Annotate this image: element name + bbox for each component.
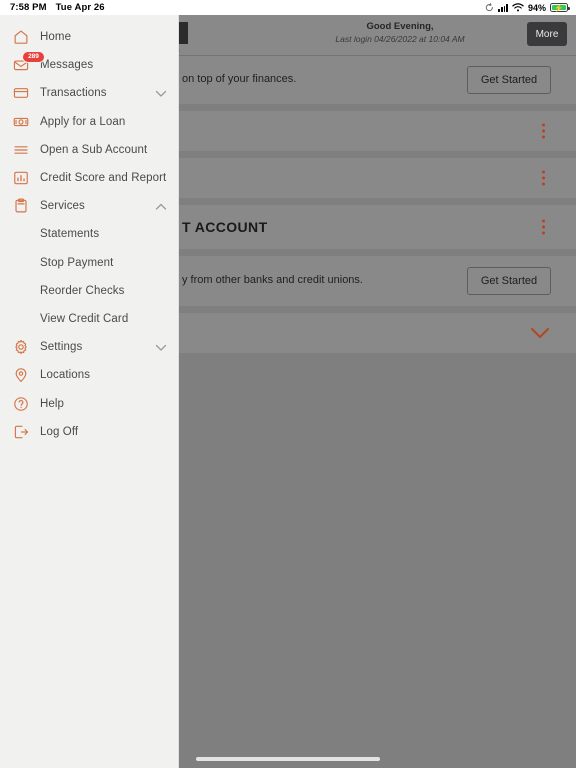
drawer-item-label: Credit Score and Report (40, 172, 167, 185)
drawer-item-log-off[interactable]: Log Off (0, 418, 179, 446)
drawer-item-help[interactable]: Help (0, 389, 179, 417)
cellular-signal-icon (498, 4, 508, 12)
wifi-icon (512, 3, 524, 12)
battery-charging-icon: ⚡ (550, 3, 570, 12)
drawer-item-label: Reorder Checks (40, 284, 125, 297)
drawer-item-transactions[interactable]: Transactions (0, 79, 179, 107)
chevron-down-icon[interactable] (155, 89, 167, 98)
banknote-icon (10, 111, 32, 133)
drawer-item-credit-score-and-report[interactable]: Credit Score and Report (0, 164, 179, 192)
home-indicator[interactable] (196, 757, 380, 761)
drawer-item-label: View Credit Card (40, 312, 129, 325)
drawer-item-label: Stop Payment (40, 256, 114, 269)
drawer-item-stop-payment[interactable]: Stop Payment (0, 249, 179, 277)
drawer-menu-list: Home 289 Messages Transactions Apply for a L… (0, 23, 179, 446)
chevron-down-icon[interactable] (530, 327, 550, 339)
drawer-item-label: Transactions (40, 87, 107, 100)
more-button[interactable]: More (527, 22, 567, 46)
status-time: 7:58 PM (10, 2, 47, 13)
drawer-item-label: Services (40, 200, 85, 213)
drawer-item-view-credit-card[interactable]: View Credit Card (0, 305, 179, 333)
last-login-text: Last login 04/26/2022 at 10:04 AM (335, 34, 465, 44)
drawer-item-label: Settings (40, 341, 83, 354)
gear-icon (10, 336, 32, 358)
map-pin-icon (10, 364, 32, 386)
drawer-item-messages[interactable]: 289 Messages (0, 51, 179, 79)
drawer-item-label: Locations (40, 369, 91, 382)
status-bar-right: 94% ⚡ (485, 0, 570, 15)
rotation-lock-icon (485, 3, 494, 12)
bar-chart-icon (10, 167, 32, 189)
messages-badge: 289 (22, 51, 45, 64)
drawer-item-label: Messages (40, 59, 94, 72)
get-started-button-top[interactable]: Get Started (467, 66, 551, 94)
drawer-item-label: Home (40, 31, 72, 44)
drawer-item-label: Open a Sub Account (40, 143, 148, 156)
kebab-menu-icon[interactable] (542, 123, 545, 139)
drawer-item-apply-for-a-loan[interactable]: Apply for a Loan (0, 108, 179, 136)
kebab-menu-icon[interactable] (542, 170, 545, 186)
account-title: T ACCOUNT (182, 219, 268, 235)
drawer-item-reorder-checks[interactable]: Reorder Checks (0, 277, 179, 305)
drawer-item-label: Statements (40, 228, 100, 241)
credit-card-icon (10, 82, 32, 104)
promo-bottom-text: y from other banks and credit unions. (182, 274, 363, 286)
drawer-item-statements[interactable]: Statements (0, 220, 179, 248)
chevron-up-icon[interactable] (155, 202, 167, 210)
ios-status-bar: 7:58 PM Tue Apr 26 94% ⚡ (0, 0, 576, 15)
envelope-icon: 289 (10, 51, 45, 76)
kebab-menu-icon[interactable] (542, 219, 545, 235)
drawer-item-label: Help (40, 397, 65, 410)
drawer-edge (178, 15, 179, 768)
get-started-button-bottom[interactable]: Get Started (467, 267, 551, 295)
greeting-block: Good Evening, Last login 04/26/2022 at 1… (300, 20, 500, 46)
status-date: Tue Apr 26 (55, 2, 105, 13)
clipboard-icon (10, 195, 32, 217)
question-circle-icon (10, 393, 32, 415)
screen-root: ION Good Evening, Last login 04/26/2022 … (0, 0, 576, 768)
logout-icon (10, 421, 32, 443)
status-bar-left: 7:58 PM Tue Apr 26 (10, 0, 105, 15)
chevron-down-icon[interactable] (155, 343, 167, 351)
home-icon (10, 26, 32, 48)
drawer-item-open-a-sub-account[interactable]: Open a Sub Account (0, 136, 179, 164)
battery-percent: 94% (527, 2, 546, 13)
drawer-item-locations[interactable]: Locations (0, 361, 179, 389)
drawer-item-label: Log Off (40, 425, 79, 438)
side-drawer: Home 289 Messages Transactions Apply for a L… (0, 15, 179, 768)
drawer-item-label: Apply for a Loan (40, 115, 126, 128)
drawer-item-services[interactable]: Services (0, 192, 179, 220)
drawer-item-settings[interactable]: Settings (0, 333, 179, 361)
greeting-text: Good Evening, (366, 21, 434, 32)
drawer-item-home[interactable]: Home (0, 23, 179, 51)
list-lines-icon (10, 139, 32, 161)
promo-top-text: on top of your finances. (182, 73, 297, 85)
